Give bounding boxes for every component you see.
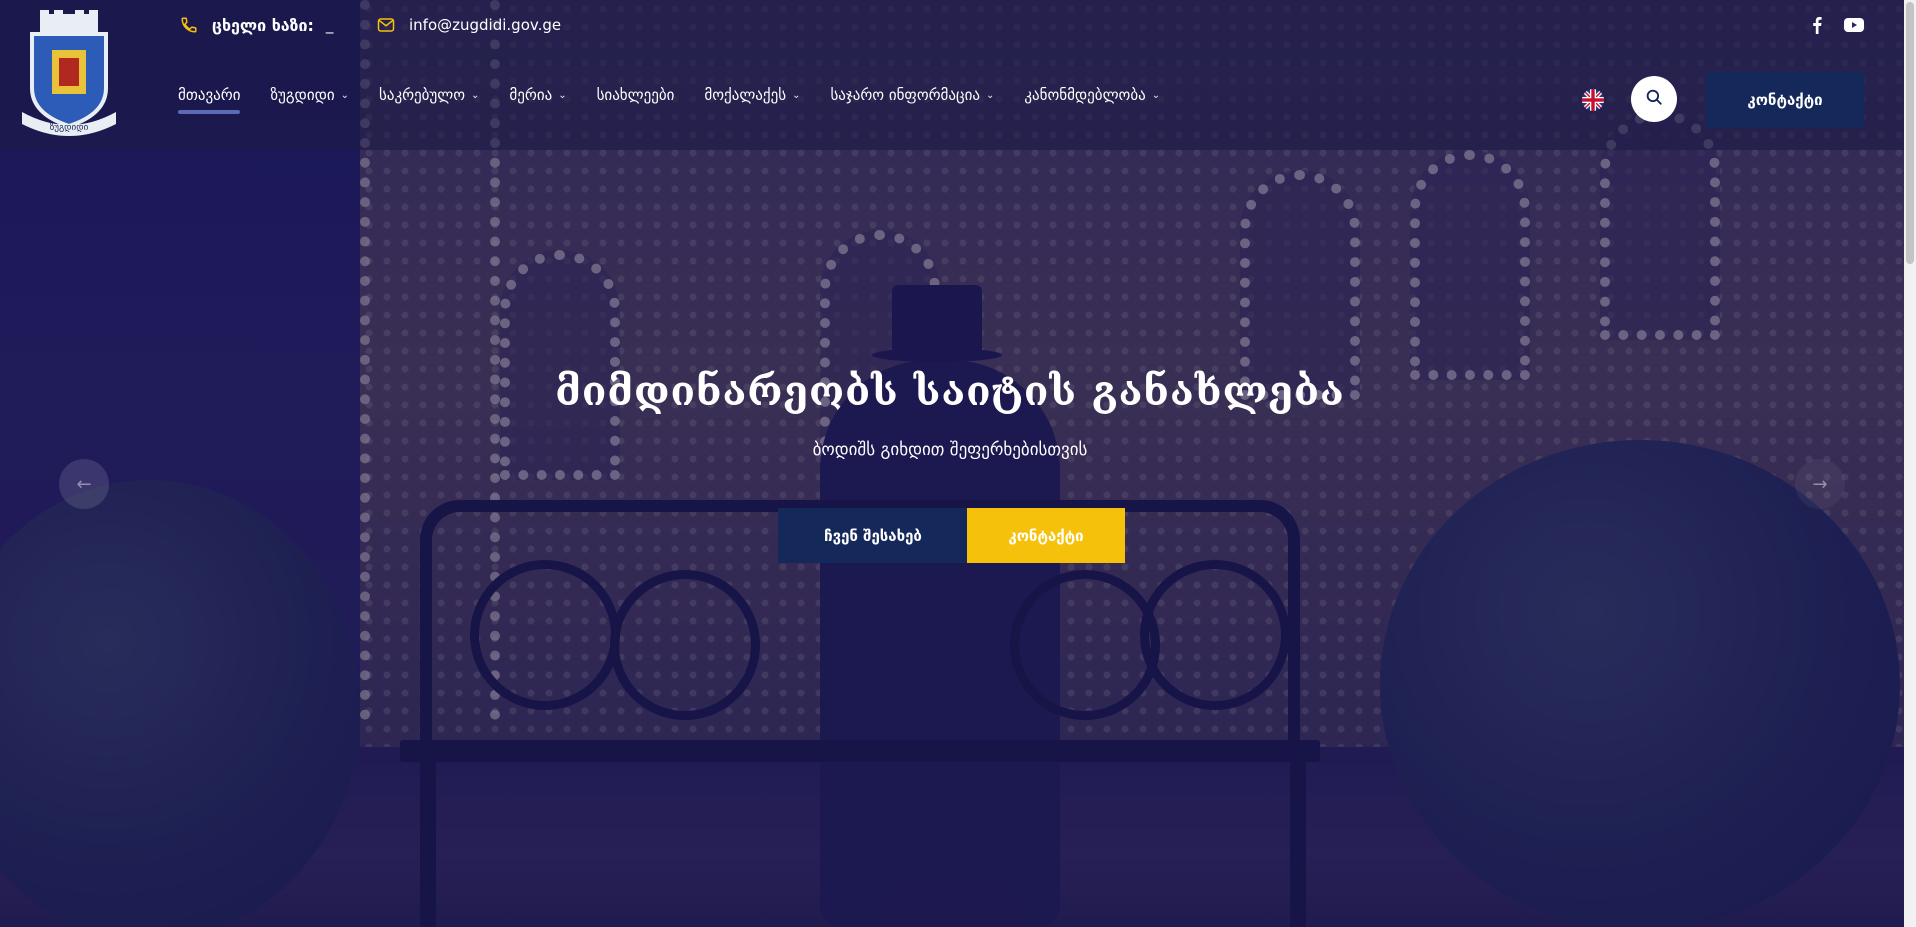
header-contact-button[interactable]: კონტაქტი bbox=[1706, 72, 1864, 128]
nav-item-citizens[interactable]: მოქალაქეს ⌄ bbox=[704, 86, 800, 114]
nav-item-label: მერია bbox=[509, 86, 553, 104]
hotline-number[interactable]: _ bbox=[326, 16, 334, 34]
phone-icon bbox=[178, 14, 200, 36]
nav-item-sakrebulo[interactable]: საკრებულო ⌄ bbox=[379, 86, 479, 114]
hero-contact-button[interactable]: კონტაქტი bbox=[967, 508, 1125, 563]
nav-item-label: მთავარი bbox=[178, 86, 241, 104]
hero-subtitle: ბოდიშს გიხდით შეფერხებისთვის bbox=[812, 440, 1088, 460]
email-address[interactable]: info@zugdidi.gov.ge bbox=[409, 16, 561, 34]
about-us-button[interactable]: ჩვენ შესახებ bbox=[778, 508, 968, 563]
chevron-down-icon: ⌄ bbox=[985, 89, 995, 101]
nav-item-label: ზუგდიდი bbox=[270, 86, 335, 104]
main-navigation: მთავარი ზუგდიდი ⌄ საკრებულო ⌄ მერია ⌄ სი… bbox=[178, 86, 1190, 114]
nav-item-label: მოქალაქეს bbox=[704, 86, 787, 104]
arrow-right-icon: → bbox=[1812, 473, 1828, 495]
nav-item-label: სიახლეები bbox=[596, 86, 675, 104]
nav-item-news[interactable]: სიახლეები bbox=[597, 86, 675, 114]
uk-flag-icon[interactable] bbox=[1582, 89, 1604, 111]
site-header: ზუგდიდი ცხელი ხაზი: _ info@zugdidi.gov.g… bbox=[0, 0, 1916, 150]
nav-item-zugdidi[interactable]: ზუგდიდი ⌄ bbox=[270, 86, 349, 114]
email-contact[interactable]: info@zugdidi.gov.ge bbox=[375, 14, 561, 36]
chevron-down-icon: ⌄ bbox=[1151, 89, 1161, 101]
nav-item-label: კანონმდებლობა bbox=[1024, 86, 1146, 104]
nav-item-home[interactable]: მთავარი bbox=[178, 86, 241, 114]
chevron-down-icon: ⌄ bbox=[558, 89, 567, 101]
youtube-icon[interactable] bbox=[1843, 14, 1865, 36]
nav-item-label: საკრებულო bbox=[379, 86, 466, 104]
logo-text: ზუგდიდი bbox=[50, 122, 89, 133]
hero-title: მიმდინარეობს საიტის განახლება bbox=[555, 368, 1345, 415]
search-icon bbox=[1645, 88, 1663, 110]
slider-prev-button[interactable]: ← bbox=[59, 459, 109, 509]
scrollbar-thumb[interactable] bbox=[1906, 2, 1914, 264]
chevron-down-icon: ⌄ bbox=[340, 89, 349, 101]
zugdidi-coat-of-arms-logo[interactable]: ზუგდიდი bbox=[18, 10, 120, 140]
hotline-label: ცხელი ხაზი: bbox=[212, 15, 314, 35]
facebook-icon[interactable] bbox=[1806, 14, 1828, 36]
mail-icon bbox=[375, 14, 397, 36]
arrow-left-icon: ← bbox=[76, 473, 92, 495]
nav-item-label: საჯარო ინფორმაცია bbox=[830, 86, 980, 104]
nav-item-legislation[interactable]: კანონმდებლობა ⌄ bbox=[1024, 86, 1160, 114]
chevron-down-icon: ⌄ bbox=[471, 89, 480, 101]
search-button[interactable] bbox=[1631, 76, 1677, 122]
nav-item-meria[interactable]: მერია ⌄ bbox=[509, 86, 566, 114]
slider-next-button[interactable]: → bbox=[1795, 459, 1845, 509]
nav-item-public-info[interactable]: საჯარო ინფორმაცია ⌄ bbox=[830, 86, 994, 114]
chevron-down-icon: ⌄ bbox=[792, 89, 801, 101]
hotline: ცხელი ხაზი: _ bbox=[178, 14, 333, 36]
